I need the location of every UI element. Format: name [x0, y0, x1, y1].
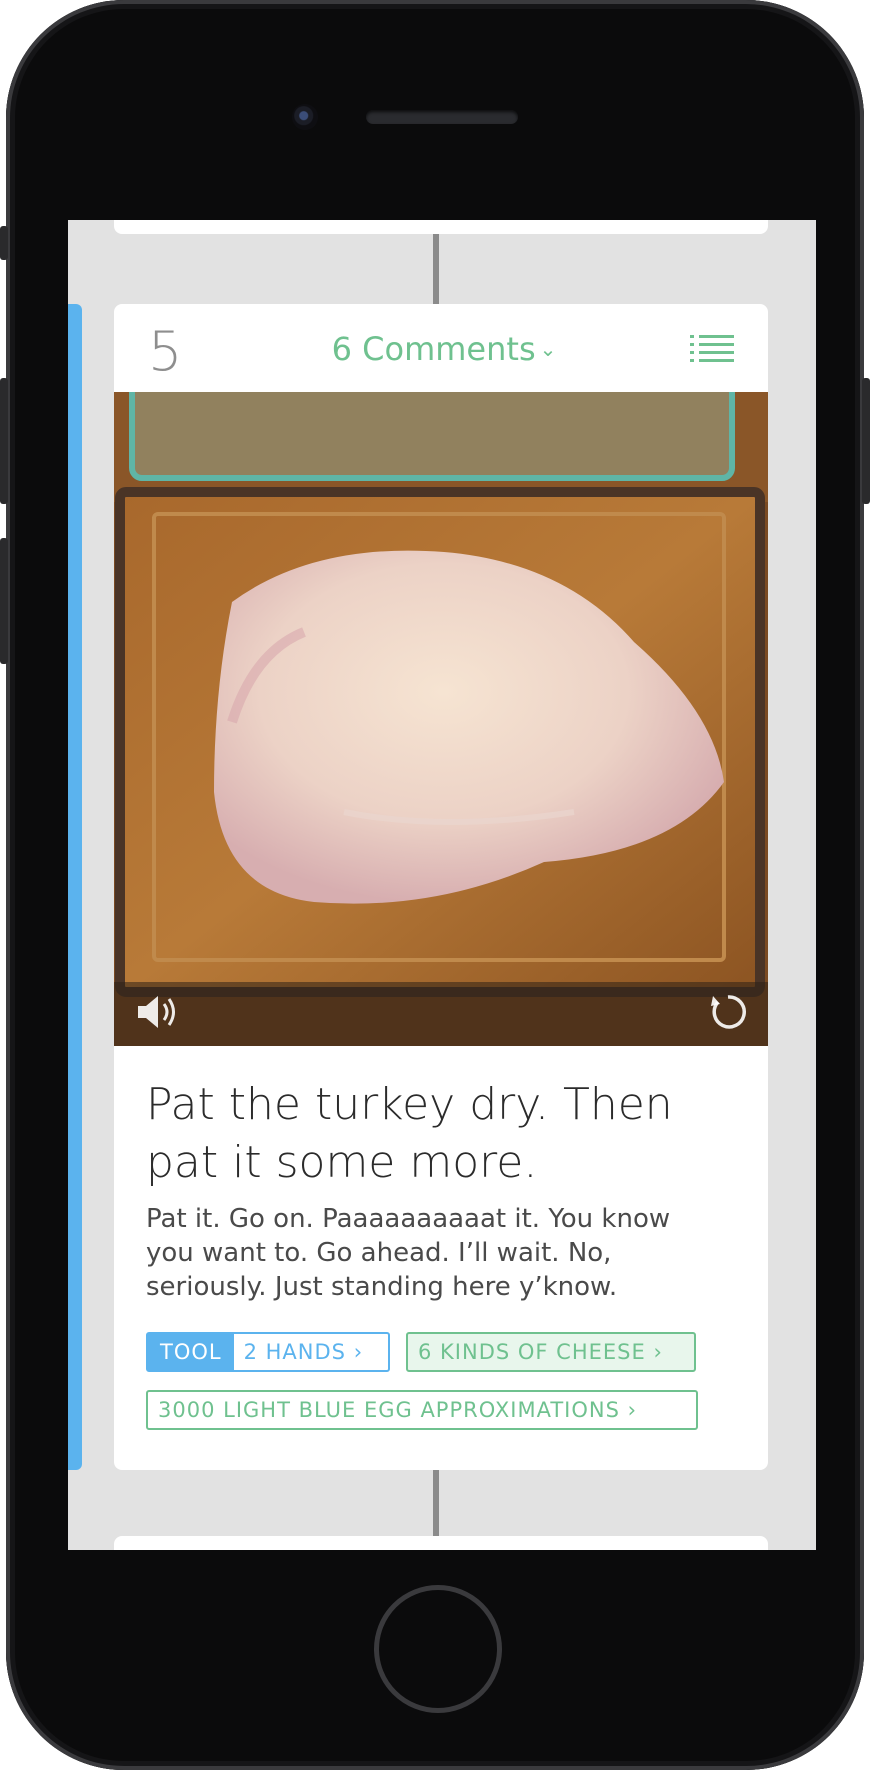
ingredient-tag-cheese[interactable]: 6 KINDS OF CHEESE ›: [406, 1332, 696, 1372]
tag-kind-label: TOOL: [148, 1334, 234, 1370]
turkey-photo: [114, 392, 768, 1046]
step-description: Pat it. Go on. Paaaaaaaaaat it. You know…: [146, 1204, 671, 1302]
step-card-header: 5 6 Comments ⌄: [114, 304, 768, 392]
comments-toggle[interactable]: 6 Comments ⌄: [314, 330, 574, 368]
power-button: [862, 378, 870, 504]
chevron-right-icon: ›: [627, 1398, 638, 1422]
tool-tag[interactable]: TOOL 2 HANDS ›: [146, 1332, 390, 1372]
tool-name-text: 2 HANDS: [243, 1340, 346, 1364]
step-title: Pat the turkey dry. Then pat it some mor…: [146, 1079, 673, 1188]
earpiece-speaker: [366, 110, 518, 124]
comments-label: 6 Comments: [331, 330, 536, 368]
timeline-line-top: [433, 234, 439, 304]
volume-icon[interactable]: [136, 992, 182, 1032]
timeline-line-bottom: [433, 1470, 439, 1536]
chevron-right-icon: ›: [653, 1340, 663, 1364]
ingredient-name: 3000 LIGHT BLUE EGG APPROXIMATIONS: [158, 1398, 620, 1422]
volume-up-button: [0, 378, 8, 504]
home-button[interactable]: [374, 1585, 502, 1713]
previous-step-card[interactable]: [114, 220, 768, 234]
step-card: 5 6 Comments ⌄ Pat the turkey dry. Then …: [114, 304, 768, 1470]
ingredient-name: 6 KINDS OF CHEESE: [418, 1340, 646, 1364]
mute-switch: [0, 226, 8, 260]
chevron-down-icon: ⌄: [539, 337, 557, 361]
ingredient-tag-eggs[interactable]: 3000 LIGHT BLUE EGG APPROXIMATIONS ›: [146, 1390, 698, 1430]
active-step-indicator: [68, 304, 82, 1470]
step-video[interactable]: [114, 392, 768, 1046]
tag-tool-name: 2 HANDS ›: [234, 1340, 374, 1364]
next-step-card[interactable]: [114, 1536, 768, 1550]
app-screen: 5 6 Comments ⌄ Pat the turkey dry. Then …: [68, 220, 816, 1550]
list-icon[interactable]: [690, 334, 734, 364]
volume-down-button: [0, 538, 8, 664]
phone-frame: 5 6 Comments ⌄ Pat the turkey dry. Then …: [0, 0, 870, 1770]
step-number: 5: [148, 320, 183, 383]
chevron-right-icon: ›: [353, 1340, 364, 1364]
front-camera: [292, 104, 318, 130]
replay-icon[interactable]: [708, 992, 748, 1032]
